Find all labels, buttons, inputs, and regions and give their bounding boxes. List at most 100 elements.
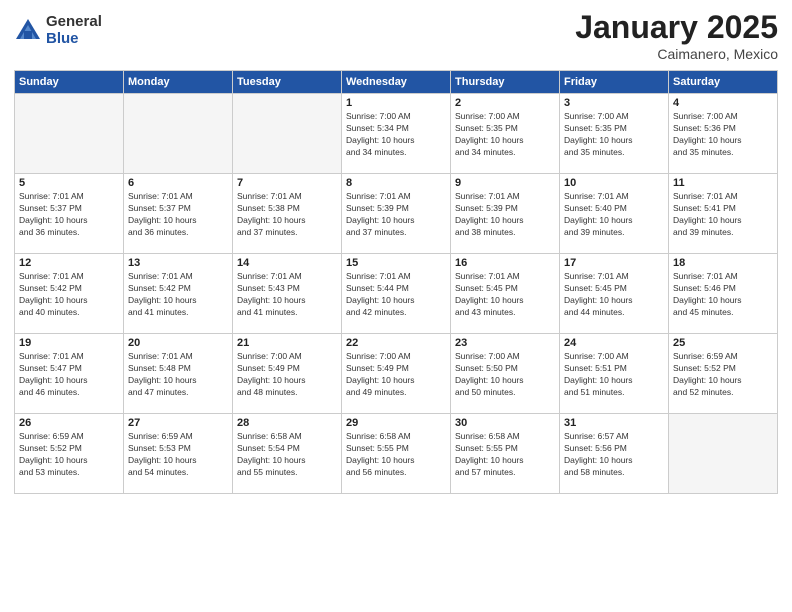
day-info: Sunrise: 7:01 AMSunset: 5:38 PMDaylight:…: [237, 191, 337, 239]
day-info: Sunrise: 6:58 AMSunset: 5:55 PMDaylight:…: [346, 431, 446, 479]
day-info: Sunrise: 7:01 AMSunset: 5:39 PMDaylight:…: [455, 191, 555, 239]
day-info: Sunrise: 7:00 AMSunset: 5:51 PMDaylight:…: [564, 351, 664, 399]
day-number: 21: [237, 337, 337, 349]
table-row: 4 Sunrise: 7:00 AMSunset: 5:36 PMDaylight…: [669, 94, 778, 174]
day-info: Sunrise: 7:00 AMSunset: 5:36 PMDaylight:…: [673, 111, 773, 159]
table-row: 27 Sunrise: 6:59 AMSunset: 5:53 PMDayligh…: [124, 414, 233, 494]
logo-general-text: General: [46, 14, 102, 31]
day-info: Sunrise: 7:01 AMSunset: 5:46 PMDaylight:…: [673, 271, 773, 319]
day-number: 5: [19, 177, 119, 189]
logo-blue-text: Blue: [46, 31, 102, 48]
day-info: Sunrise: 6:58 AMSunset: 5:55 PMDaylight:…: [455, 431, 555, 479]
location: Caimanero, Mexico: [575, 46, 778, 62]
day-number: 1: [346, 97, 446, 109]
table-row: 7 Sunrise: 7:01 AMSunset: 5:38 PMDaylight…: [233, 174, 342, 254]
day-info: Sunrise: 7:00 AMSunset: 5:49 PMDaylight:…: [237, 351, 337, 399]
calendar: Sunday Monday Tuesday Wednesday Thursday…: [14, 70, 778, 494]
day-number: 29: [346, 417, 446, 429]
day-number: 20: [128, 337, 228, 349]
table-row: 18Sunrise: 7:01 AMSunset: 5:46 PMDayligh…: [669, 254, 778, 334]
day-info: Sunrise: 7:00 AMSunset: 5:50 PMDaylight:…: [455, 351, 555, 399]
day-info: Sunrise: 7:01 AMSunset: 5:43 PMDaylight:…: [237, 271, 337, 319]
title-block: January 2025 Caimanero, Mexico: [575, 10, 778, 62]
col-wednesday: Wednesday: [342, 71, 451, 94]
day-info: Sunrise: 7:01 AMSunset: 5:41 PMDaylight:…: [673, 191, 773, 239]
day-number: 27: [128, 417, 228, 429]
col-sunday: Sunday: [15, 71, 124, 94]
header: General Blue January 2025 Caimanero, Mex…: [14, 10, 778, 62]
day-info: Sunrise: 6:58 AMSunset: 5:54 PMDaylight:…: [237, 431, 337, 479]
day-info: Sunrise: 7:01 AMSunset: 5:48 PMDaylight:…: [128, 351, 228, 399]
day-info: Sunrise: 7:01 AMSunset: 5:42 PMDaylight:…: [19, 271, 119, 319]
day-number: 28: [237, 417, 337, 429]
day-number: 13: [128, 257, 228, 269]
table-row: 28 Sunrise: 6:58 AMSunset: 5:54 PMDayligh…: [233, 414, 342, 494]
day-info: Sunrise: 7:00 AMSunset: 5:35 PMDaylight:…: [455, 111, 555, 159]
day-info: Sunrise: 7:00 AMSunset: 5:34 PMDaylight:…: [346, 111, 446, 159]
day-number: 6: [128, 177, 228, 189]
day-number: 4: [673, 97, 773, 109]
calendar-week-row: 1 Sunrise: 7:00 AMSunset: 5:34 PMDaylight…: [15, 94, 778, 174]
day-info: Sunrise: 7:01 AMSunset: 5:47 PMDaylight:…: [19, 351, 119, 399]
logo-text: General Blue: [46, 14, 102, 47]
day-number: 7: [237, 177, 337, 189]
day-number: 30: [455, 417, 555, 429]
day-number: 10: [564, 177, 664, 189]
calendar-week-row: 19 Sunrise: 7:01 AMSunset: 5:47 PMDayligh…: [15, 334, 778, 414]
table-row: 29 Sunrise: 6:58 AMSunset: 5:55 PMDayligh…: [342, 414, 451, 494]
table-row: 25Sunrise: 6:59 AMSunset: 5:52 PMDayligh…: [669, 334, 778, 414]
table-row: 6Sunrise: 7:01 AMSunset: 5:37 PMDaylight…: [124, 174, 233, 254]
table-row: 14Sunrise: 7:01 AMSunset: 5:43 PMDayligh…: [233, 254, 342, 334]
table-row: [233, 94, 342, 174]
day-number: 24: [564, 337, 664, 349]
table-row: 20 Sunrise: 7:01 AMSunset: 5:48 PMDayligh…: [124, 334, 233, 414]
day-number: 3: [564, 97, 664, 109]
col-monday: Monday: [124, 71, 233, 94]
day-number: 19: [19, 337, 119, 349]
logo: General Blue: [14, 14, 102, 47]
table-row: 30 Sunrise: 6:58 AMSunset: 5:55 PMDayligh…: [451, 414, 560, 494]
day-number: 23: [455, 337, 555, 349]
day-number: 17: [564, 257, 664, 269]
day-number: 2: [455, 97, 555, 109]
day-info: Sunrise: 7:01 AMSunset: 5:39 PMDaylight:…: [346, 191, 446, 239]
day-info: Sunrise: 7:01 AMSunset: 5:37 PMDaylight:…: [19, 191, 119, 239]
day-number: 31: [564, 417, 664, 429]
table-row: 31 Sunrise: 6:57 AMSunset: 5:56 PMDayligh…: [560, 414, 669, 494]
table-row: [124, 94, 233, 174]
day-number: 12: [19, 257, 119, 269]
table-row: 21 Sunrise: 7:00 AMSunset: 5:49 PMDayligh…: [233, 334, 342, 414]
table-row: 8 Sunrise: 7:01 AMSunset: 5:39 PMDaylight…: [342, 174, 451, 254]
day-info: Sunrise: 7:01 AMSunset: 5:42 PMDaylight:…: [128, 271, 228, 319]
logo-icon: [14, 17, 42, 45]
day-info: Sunrise: 7:01 AMSunset: 5:45 PMDaylight:…: [564, 271, 664, 319]
month-title: January 2025: [575, 10, 778, 45]
day-info: Sunrise: 7:00 AMSunset: 5:49 PMDaylight:…: [346, 351, 446, 399]
calendar-header-row: Sunday Monday Tuesday Wednesday Thursday…: [15, 71, 778, 94]
table-row: 3Sunrise: 7:00 AMSunset: 5:35 PMDaylight…: [560, 94, 669, 174]
calendar-week-row: 26Sunrise: 6:59 AMSunset: 5:52 PMDayligh…: [15, 414, 778, 494]
day-number: 8: [346, 177, 446, 189]
table-row: 13 Sunrise: 7:01 AMSunset: 5:42 PMDayligh…: [124, 254, 233, 334]
table-row: 10Sunrise: 7:01 AMSunset: 5:40 PMDayligh…: [560, 174, 669, 254]
page: General Blue January 2025 Caimanero, Mex…: [0, 0, 792, 612]
table-row: 24 Sunrise: 7:00 AMSunset: 5:51 PMDayligh…: [560, 334, 669, 414]
table-row: 5 Sunrise: 7:01 AMSunset: 5:37 PMDaylight…: [15, 174, 124, 254]
col-tuesday: Tuesday: [233, 71, 342, 94]
col-thursday: Thursday: [451, 71, 560, 94]
col-saturday: Saturday: [669, 71, 778, 94]
table-row: 12 Sunrise: 7:01 AMSunset: 5:42 PMDayligh…: [15, 254, 124, 334]
day-number: 26: [19, 417, 119, 429]
table-row: [669, 414, 778, 494]
day-number: 16: [455, 257, 555, 269]
table-row: 16Sunrise: 7:01 AMSunset: 5:45 PMDayligh…: [451, 254, 560, 334]
table-row: 9Sunrise: 7:01 AMSunset: 5:39 PMDaylight…: [451, 174, 560, 254]
table-row: 26Sunrise: 6:59 AMSunset: 5:52 PMDayligh…: [15, 414, 124, 494]
day-number: 15: [346, 257, 446, 269]
day-number: 22: [346, 337, 446, 349]
day-info: Sunrise: 6:57 AMSunset: 5:56 PMDaylight:…: [564, 431, 664, 479]
table-row: 11Sunrise: 7:01 AMSunset: 5:41 PMDayligh…: [669, 174, 778, 254]
table-row: 22 Sunrise: 7:00 AMSunset: 5:49 PMDayligh…: [342, 334, 451, 414]
day-info: Sunrise: 6:59 AMSunset: 5:52 PMDaylight:…: [673, 351, 773, 399]
day-info: Sunrise: 6:59 AMSunset: 5:53 PMDaylight:…: [128, 431, 228, 479]
